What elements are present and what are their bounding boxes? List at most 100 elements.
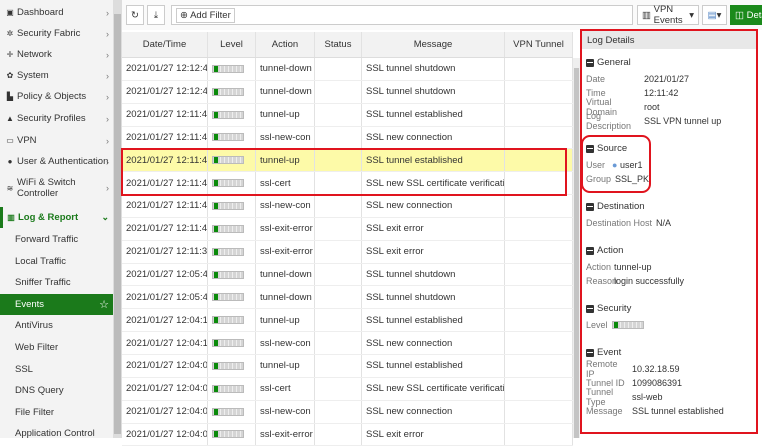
sidebar-item-web-filter[interactable]: Web Filter xyxy=(0,337,113,358)
event-toggle[interactable]: Event xyxy=(586,347,724,358)
vpn-events-dropdown[interactable]: ▥ VPN Events▾ xyxy=(637,5,699,25)
sidebar-item-forward-traffic[interactable]: Forward Traffic xyxy=(0,229,113,250)
status-cell xyxy=(315,81,362,103)
column-header-status[interactable]: Status xyxy=(315,32,362,57)
details-button[interactable]: ◫ Details xyxy=(730,5,762,25)
action-cell: ssl-exit-error xyxy=(256,424,315,446)
wifi-icon: ≋ xyxy=(5,184,15,193)
add-filter-button[interactable]: ⊕ Add Filter xyxy=(176,8,235,23)
level-cell xyxy=(208,286,256,308)
status-cell xyxy=(315,286,362,308)
sidebar-item-ssl[interactable]: SSL xyxy=(0,359,113,380)
remote-ip-value: 10.32.18.59 xyxy=(632,364,680,374)
table-row[interactable]: 2021/01/27 12:04:14 tunnel-up SSL tunnel… xyxy=(122,309,573,332)
lock-icon: ▲ xyxy=(5,114,15,123)
table-scrollbar[interactable] xyxy=(573,58,580,438)
column-header-date-time[interactable]: Date/Time xyxy=(122,32,208,57)
column-header-level[interactable]: Level xyxy=(208,32,256,57)
column-header-action[interactable]: Action xyxy=(256,32,315,57)
sidebar-item-label: Events xyxy=(15,299,44,310)
label: Log Description xyxy=(586,111,640,131)
columns-icon: ◫ xyxy=(735,10,747,21)
action-cell: ssl-new-con xyxy=(256,127,315,149)
date-time-cell: 2021/01/27 12:12:46 xyxy=(122,58,208,80)
security-toggle[interactable]: Security xyxy=(586,303,644,314)
table-row[interactable]: 2021/01/27 12:11:46 tunnel-up SSL tunnel… xyxy=(122,104,573,127)
sidebar-item-file-filter[interactable]: File Filter xyxy=(0,402,113,423)
sidebar-item-label: Web Filter xyxy=(15,342,58,353)
sidebar-item-vpn[interactable]: ▭VPN› xyxy=(0,130,113,151)
action-toggle[interactable]: Action xyxy=(586,245,684,256)
date-time-cell: 2021/01/27 12:04:14 xyxy=(122,309,208,331)
document-icon: ▤ xyxy=(708,10,717,21)
fabric-icon: ✲ xyxy=(5,29,15,38)
message-cell: SSL tunnel established xyxy=(362,104,505,126)
star-icon[interactable]: ☆ xyxy=(99,298,109,311)
action-cell: tunnel-up xyxy=(256,355,315,377)
sidebar-item-sniffer-traffic[interactable]: Sniffer Traffic xyxy=(0,272,113,293)
table-row[interactable]: 2021/01/27 12:12:46 tunnel-down SSL tunn… xyxy=(122,58,573,81)
general-toggle[interactable]: General xyxy=(586,57,721,68)
sidebar-item-user-authentication[interactable]: ●User & Authentication› xyxy=(0,151,113,172)
level-bar xyxy=(612,321,644,329)
sidebar-item-local-traffic[interactable]: Local Traffic xyxy=(0,251,113,272)
table-row[interactable]: 2021/01/27 12:11:41 ssl-exit-error SSL e… xyxy=(122,218,573,241)
date-time-cell: 2021/01/27 12:04:09 xyxy=(122,378,208,400)
table-row[interactable]: 2021/01/27 12:04:11 ssl-new-con SSL new … xyxy=(122,332,573,355)
date-time-cell: 2021/01/27 12:04:09 xyxy=(122,424,208,446)
table-row[interactable]: 2021/01/27 12:05:40 tunnel-down SSL tunn… xyxy=(122,286,573,309)
chevron-right-icon: › xyxy=(106,136,109,146)
export-dropdown[interactable]: ▤▾ xyxy=(702,5,727,25)
table-row[interactable]: 2021/01/27 12:04:09 ssl-cert SSL new SSL… xyxy=(122,378,573,401)
message-cell: SSL new SSL certificate verification suc… xyxy=(362,378,505,400)
message-cell: SSL tunnel established xyxy=(362,309,505,331)
table-row[interactable]: 2021/01/27 12:04:09 ssl-new-con SSL new … xyxy=(122,401,573,424)
table-row[interactable]: 2021/01/27 12:04:09 ssl-exit-error SSL e… xyxy=(122,424,573,446)
filter-bar[interactable]: ⊕ Add Filter xyxy=(171,5,633,25)
level-cell xyxy=(208,104,256,126)
sidebar-item-application-control[interactable]: Application Control xyxy=(0,423,113,438)
sidebar-item-wifi-switch-controller[interactable]: ≋WiFi & Switch Controller› xyxy=(0,174,113,202)
table-row[interactable]: 2021/01/27 12:11:42 ssl-new-con SSL new … xyxy=(122,127,573,150)
status-cell xyxy=(315,355,362,377)
message-cell: SSL new connection xyxy=(362,332,505,354)
sidebar-item-dns-query[interactable]: DNS Query xyxy=(0,380,113,401)
sidebar-item-dashboard[interactable]: ▣Dashboard› xyxy=(0,2,113,23)
sidebar-item-security-profiles[interactable]: ▲Security Profiles› xyxy=(0,108,113,129)
table-row[interactable]: 2021/01/27 12:12:46 tunnel-down SSL tunn… xyxy=(122,81,573,104)
column-header-vpn-tunnel[interactable]: VPN Tunnel xyxy=(505,32,573,57)
sidebar-item-log-report[interactable]: ▥Log & Report⌄ xyxy=(0,207,113,228)
column-header-message[interactable]: Message xyxy=(362,32,505,57)
sidebar-item-network[interactable]: ✛Network› xyxy=(0,44,113,65)
level-cell xyxy=(208,355,256,377)
destination-toggle[interactable]: Destination xyxy=(586,201,671,212)
label: Reason xyxy=(586,276,610,286)
sidebar-item-label: Forward Traffic xyxy=(15,234,78,245)
sidebar-item-policy-objects[interactable]: ▙Policy & Objects› xyxy=(0,86,113,107)
sidebar-item-system[interactable]: ✿System› xyxy=(0,65,113,86)
date-time-cell: 2021/01/27 12:11:39 xyxy=(122,241,208,263)
sidebar-item-security-fabric[interactable]: ✲Security Fabric› xyxy=(0,23,113,44)
date-time-cell: 2021/01/27 12:12:46 xyxy=(122,81,208,103)
vpn-tunnel-cell xyxy=(505,104,573,126)
sidebar-item-label: Sniffer Traffic xyxy=(15,277,71,288)
table-row[interactable]: 2021/01/27 12:11:39 ssl-exit-error SSL e… xyxy=(122,241,573,264)
table-row[interactable]: 2021/01/27 12:11:41 ssl-new-con SSL new … xyxy=(122,195,573,218)
table-row[interactable]: 2021/01/27 12:05:40 tunnel-down SSL tunn… xyxy=(122,264,573,287)
sidebar-scrollbar[interactable] xyxy=(113,0,122,438)
sidebar-item-label: Security Profiles xyxy=(17,113,86,124)
date-time-cell: 2021/01/27 12:11:41 xyxy=(122,195,208,217)
sidebar-item-events[interactable]: Events ☆ xyxy=(0,294,113,315)
message-cell: SSL exit error xyxy=(362,218,505,240)
table-row[interactable]: 2021/01/27 12:04:09 tunnel-up SSL tunnel… xyxy=(122,355,573,378)
date-time-cell: 2021/01/27 12:11:42 xyxy=(122,127,208,149)
sidebar-item-label: Application Control xyxy=(15,428,95,438)
description-value: SSL VPN tunnel up xyxy=(644,116,721,126)
download-button[interactable]: ⤓ xyxy=(147,5,165,25)
level-cell xyxy=(208,195,256,217)
sidebar-item-label: Log & Report xyxy=(18,212,78,223)
message-cell: SSL tunnel shutdown xyxy=(362,58,505,80)
refresh-button[interactable]: ↻ xyxy=(126,5,144,25)
message-cell: SSL new connection xyxy=(362,127,505,149)
sidebar-item-antivirus[interactable]: AntiVirus xyxy=(0,315,113,336)
